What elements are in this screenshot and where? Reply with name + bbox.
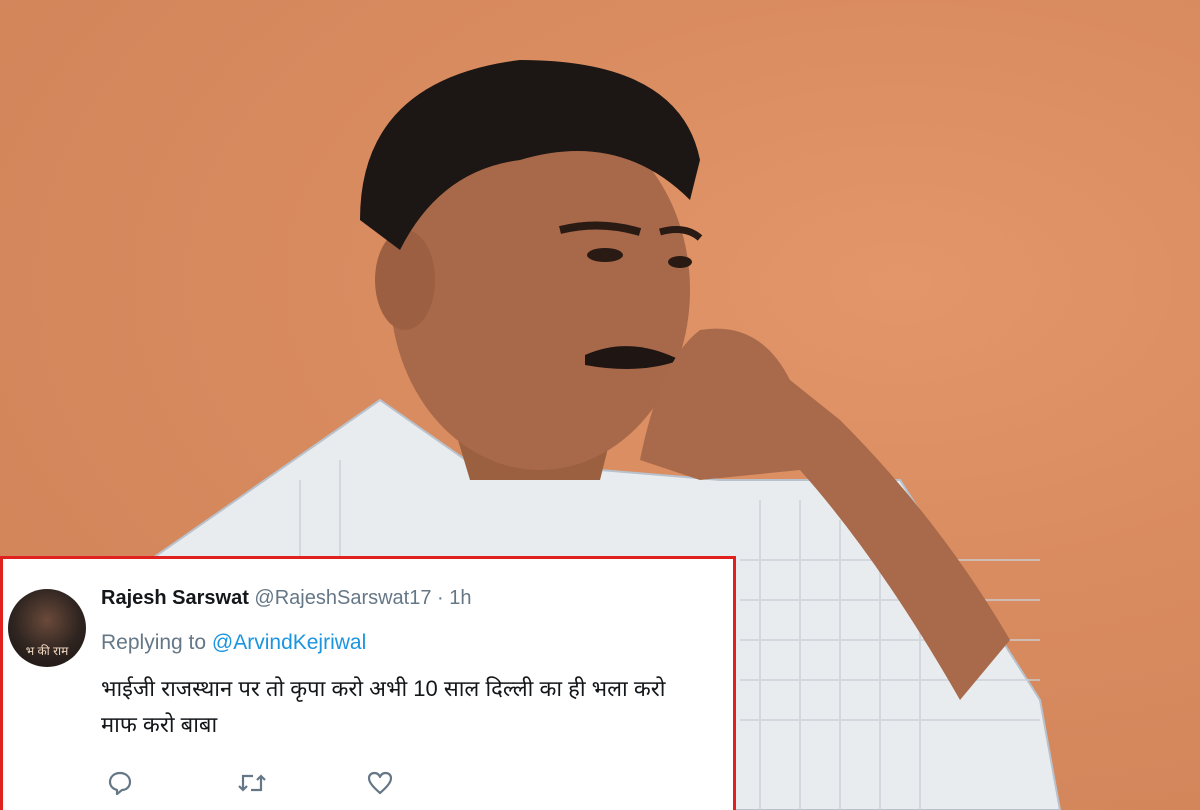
time-separator: · <box>437 587 444 609</box>
reply-icon <box>108 771 132 796</box>
tweet-card: भ की राम Rajesh Sarswat @RajeshSarswat17… <box>0 556 736 810</box>
reply-button[interactable] <box>107 769 237 797</box>
avatar-caption: भ की राम <box>25 644 69 658</box>
like-icon <box>367 771 393 795</box>
tweet-text-line-1: भाईजी राजस्थान पर तो कृपा करो अभी 10 साल… <box>101 676 666 701</box>
tweet-actions <box>107 769 497 797</box>
user-handle[interactable]: @RajeshSarswat17 <box>254 587 431 609</box>
replying-to-line: Replying to @ArvindKejriwal <box>101 631 366 655</box>
like-button[interactable] <box>367 769 497 797</box>
tweet-header: Rajesh Sarswat @RajeshSarswat17 · 1h <box>101 587 472 610</box>
display-name[interactable]: Rajesh Sarswat <box>101 587 249 609</box>
tweet-text-line-2: माफ करो बाबा <box>101 712 218 737</box>
tweet-text: भाईजी राजस्थान पर तो कृपा करो अभी 10 साल… <box>101 671 731 743</box>
retweet-button[interactable] <box>237 769 367 797</box>
replying-to-mention[interactable]: @ArvindKejriwal <box>212 631 366 654</box>
replying-to-label: Replying to <box>101 631 207 654</box>
avatar[interactable]: भ की राम <box>8 589 86 667</box>
tweet-timestamp[interactable]: 1h <box>449 587 471 609</box>
retweet-icon <box>238 774 266 792</box>
